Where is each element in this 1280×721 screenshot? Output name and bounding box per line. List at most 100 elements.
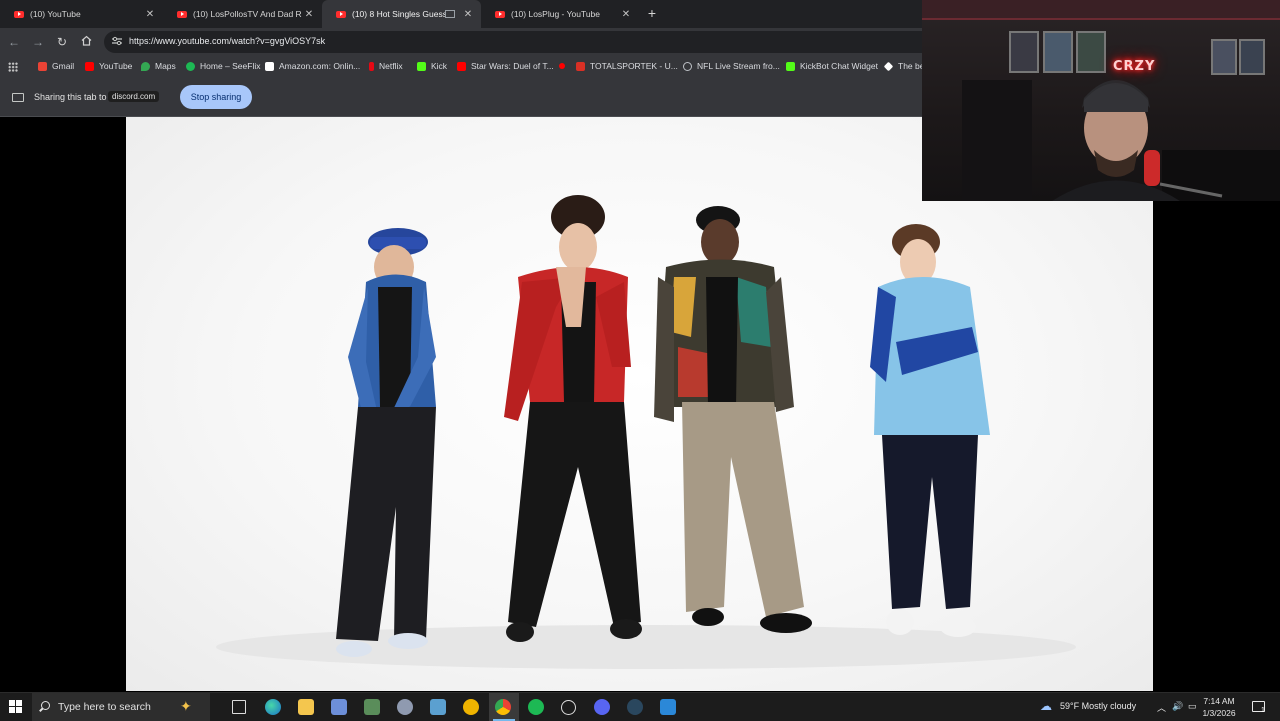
bookmark-label: Home – SeeFlix	[200, 61, 261, 71]
remote-desktop-icon[interactable]	[331, 699, 347, 715]
obs-icon[interactable]	[561, 700, 576, 715]
steam-like-icon[interactable]	[397, 699, 413, 715]
globe-icon	[683, 61, 692, 71]
bookmark-label: NFL Live Stream fro...	[697, 61, 780, 71]
bookmark-label: Gmail	[52, 61, 75, 71]
notification-count: 1	[1261, 707, 1265, 714]
discord-icon[interactable]	[594, 699, 610, 715]
brave-icon[interactable]	[463, 699, 479, 715]
url-text: https://www.youtube.com/watch?v=gvgViOSY…	[129, 36, 326, 46]
bookmark-totalsportek[interactable]: TOTALSPORTEK - U...	[559, 61, 678, 71]
bookmark-label: YouTube	[99, 61, 133, 71]
system-clock[interactable]: 7:14 AM 1/3/2026	[1196, 695, 1242, 719]
youtube-icon	[336, 10, 346, 18]
youtube-icon	[14, 10, 24, 18]
bookmark-label: Netflix	[379, 61, 403, 71]
tab-hot-singles[interactable]: (10) 8 Hot Singles Guess W ✕	[322, 0, 481, 28]
kick-icon	[417, 61, 426, 71]
person-blue-hoodie	[870, 224, 990, 637]
clock-time: 7:14 AM	[1203, 696, 1235, 706]
bookmark-netflix[interactable]: Netflix	[369, 61, 403, 71]
windows-start-icon[interactable]	[9, 700, 22, 713]
bookmark-kick[interactable]: Kick	[417, 61, 447, 71]
app-icon[interactable]	[660, 699, 676, 715]
video-player[interactable]	[126, 117, 1153, 691]
volume-icon[interactable]: 🔊	[1172, 701, 1183, 712]
bookmark-gmail[interactable]: Gmail	[38, 61, 74, 71]
show-hidden-icons-icon[interactable]: ︿	[1157, 701, 1166, 714]
cast-icon[interactable]	[445, 10, 455, 18]
reload-icon[interactable]: ↻	[54, 34, 70, 50]
seeflix-icon	[186, 61, 195, 71]
person-red-plaid	[504, 195, 642, 642]
tab-title: (10) LosPlug - YouTube	[511, 9, 600, 19]
chrome-icon[interactable]	[495, 699, 511, 715]
tab-title: (10) YouTube	[30, 9, 81, 19]
bookmark-nfl-stream[interactable]: NFL Live Stream fro...	[683, 61, 780, 71]
screen-share-icon	[12, 93, 24, 102]
forward-icon[interactable]: →	[30, 34, 46, 50]
steam-icon[interactable]	[627, 699, 643, 715]
bookmark-label: Star Wars: Duel of T...	[471, 61, 554, 71]
task-view-icon[interactable]	[232, 700, 246, 714]
youtube-icon	[85, 61, 94, 71]
close-tab-icon[interactable]: ✕	[143, 9, 157, 20]
new-tab-icon[interactable]: +	[645, 5, 659, 21]
bookmark-maps[interactable]: Maps	[141, 61, 176, 71]
windows-taskbar: Type here to search ✦ ☁ 59°F Mostly clou…	[0, 692, 1280, 721]
back-icon[interactable]: ←	[6, 34, 22, 50]
bookmark-the-be[interactable]: The be	[883, 61, 925, 71]
gmail-icon	[38, 61, 47, 71]
spotify-icon[interactable]	[528, 699, 544, 715]
tab-title: (10) 8 Hot Singles Guess W	[352, 9, 445, 19]
bookmark-seeflix[interactable]: Home – SeeFlix	[186, 61, 260, 71]
tab-youtube[interactable]: (10) YouTube ✕	[0, 0, 163, 28]
sharing-status-text: Sharing this tab to	[34, 92, 107, 102]
stop-sharing-button[interactable]: Stop sharing	[180, 85, 252, 109]
bookmark-amazon[interactable]: Amazon.com: Onlin...	[265, 61, 360, 71]
calculator-icon[interactable]	[364, 699, 380, 715]
youtube-icon	[495, 10, 505, 18]
bookmark-label: Maps	[155, 61, 176, 71]
youtube-icon	[559, 63, 565, 69]
bookmark-icon	[883, 61, 894, 71]
search-highlight-icon: ✦	[180, 698, 192, 714]
notepad-icon[interactable]	[430, 699, 446, 715]
amazon-icon	[265, 61, 274, 71]
home-icon[interactable]	[78, 34, 94, 50]
netflix-icon	[369, 61, 374, 71]
person-graphic-jacket	[654, 206, 812, 633]
tab-title: (10) LosPollosTV And Dad React	[193, 9, 302, 19]
webcam-feed-image	[922, 0, 1280, 201]
file-explorer-icon[interactable]	[298, 699, 314, 715]
bookmark-label: The be	[898, 61, 925, 71]
close-tab-icon[interactable]: ✕	[302, 9, 316, 20]
edge-icon[interactable]	[265, 699, 281, 715]
clock-date: 1/3/2026	[1202, 708, 1236, 718]
kickbot-icon	[786, 61, 795, 71]
bookmark-kickbot[interactable]: KickBot Chat Widget	[786, 61, 878, 71]
bookmark-youtube[interactable]: YouTube	[85, 61, 132, 71]
bookmark-star-wars[interactable]: Star Wars: Duel of T...	[457, 61, 554, 71]
close-tab-icon[interactable]: ✕	[619, 9, 633, 20]
bookmark-label: Kick	[431, 61, 448, 71]
bookmark-label: KickBot Chat Widget	[800, 61, 878, 71]
tab-lospollostv[interactable]: (10) LosPollosTV And Dad React ✕	[163, 0, 322, 28]
search-placeholder: Type here to search	[58, 701, 151, 713]
youtube-icon	[457, 61, 466, 71]
address-bar[interactable]: https://www.youtube.com/watch?v=gvgViOSY…	[104, 31, 934, 53]
taskbar-search-box[interactable]: Type here to search ✦	[32, 693, 210, 721]
maps-icon	[141, 61, 150, 71]
site-settings-icon[interactable]	[112, 36, 122, 46]
apps-grid-icon[interactable]	[8, 62, 18, 72]
video-frame-image	[216, 195, 1076, 669]
bookmark-label: TOTALSPORTEK - U...	[590, 61, 678, 71]
weather-text[interactable]: 59°F Mostly cloudy	[1060, 701, 1136, 711]
totalsportek-icon	[576, 61, 585, 71]
youtube-icon	[177, 10, 187, 18]
close-tab-icon[interactable]: ✕	[461, 9, 475, 20]
video-viewport[interactable]	[0, 117, 1280, 691]
tab-losplug[interactable]: (10) LosPlug - YouTube ✕	[481, 0, 639, 28]
weather-icon[interactable]: ☁	[1040, 699, 1052, 713]
webcam-overlay	[922, 0, 1280, 201]
